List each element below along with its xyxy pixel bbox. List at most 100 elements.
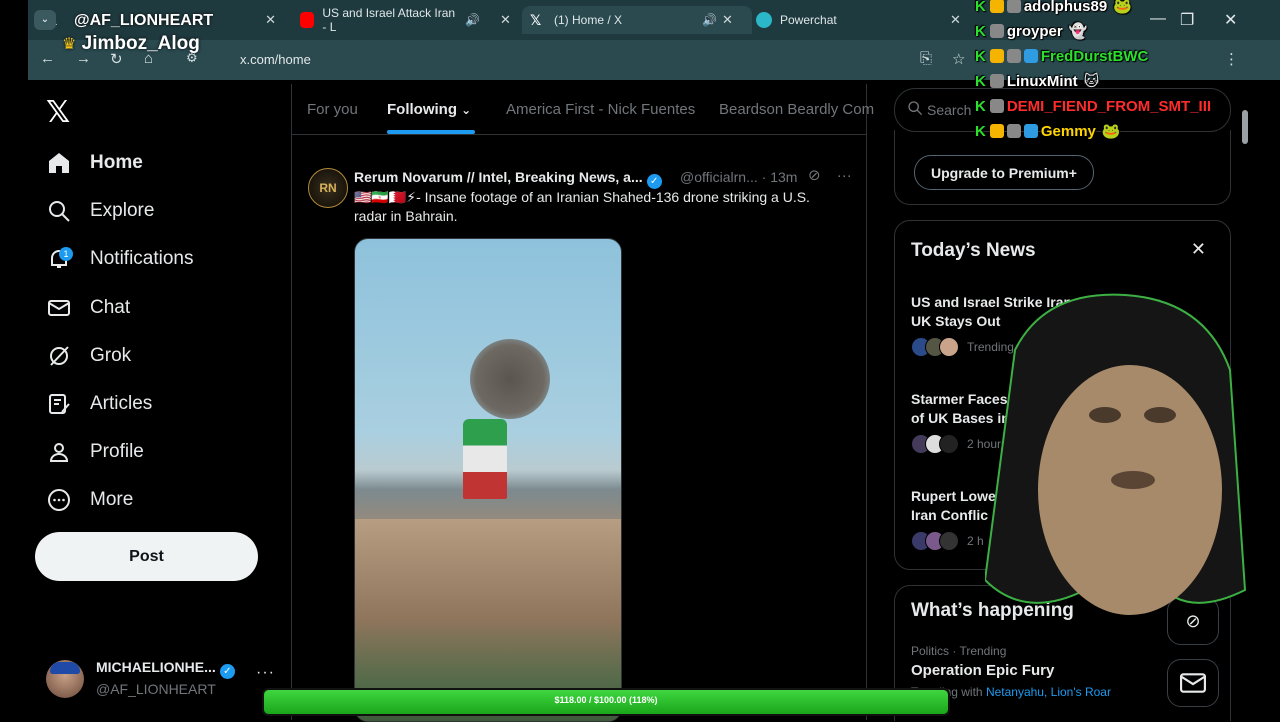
bell-icon: 1 — [46, 246, 73, 272]
pepe-emote-icon: 🐸 — [1101, 123, 1121, 140]
avatar — [46, 660, 84, 698]
tweet-author-handle[interactable]: @officialrn... · 13m — [680, 169, 797, 185]
account-name: MICHAELIONHE... ✓ — [96, 659, 235, 679]
cat-emote-icon: 🐱 — [1083, 73, 1100, 90]
donation-progress-label: $118.00 / $100.00 (118%) — [554, 695, 658, 705]
home-icon — [46, 150, 72, 176]
nav-item-profile[interactable]: Profile — [46, 432, 144, 472]
nav-item-grok[interactable]: Grok — [46, 336, 131, 376]
tweet-text: 🇺🇸🇮🇷🇧🇭⚡- Insane footage of an Iranian Sh… — [354, 189, 810, 224]
speaker-icon[interactable]: 🔊 — [465, 13, 480, 27]
trend-topic[interactable]: Operation Epic Fury — [911, 662, 1054, 679]
back-icon[interactable]: ← — [40, 50, 55, 67]
tweet-author-name[interactable]: Rerum Novarum // Intel, Breaking News, a… — [354, 169, 662, 189]
install-app-icon[interactable]: ⎘ — [920, 50, 932, 67]
nav-label: More — [90, 489, 134, 510]
badge-icon — [989, 124, 1004, 138]
more-circle-icon — [46, 487, 72, 513]
verified-icon: ✓ — [646, 174, 662, 189]
chat-line: K Gemmy 🐸 — [975, 119, 1121, 143]
speaker-icon[interactable]: 🔊 — [702, 13, 717, 27]
chat-username: groyper — [1006, 22, 1063, 40]
account-switcher[interactable]: MICHAELIONHE... ✓ @AF_LIONHEART ··· — [46, 656, 276, 700]
potato-face-overlay — [985, 293, 1247, 615]
kick-icon: K — [975, 0, 986, 15]
crown-icon: ♛ — [62, 36, 77, 53]
close-tab-icon[interactable]: ✕ — [500, 12, 511, 28]
close-icon[interactable]: ✕ — [1191, 239, 1206, 260]
nav-label: Notifications — [90, 248, 194, 269]
powerchat-favicon-icon — [756, 12, 772, 28]
bookmark-star-icon[interactable]: ☆ — [952, 50, 965, 68]
notification-badge: 1 — [59, 247, 73, 261]
trend-links[interactable]: Netanyahu, Lion's Roar — [986, 685, 1111, 699]
tab-for-you[interactable]: For you — [307, 101, 358, 118]
close-tab-icon[interactable]: ✕ — [265, 12, 276, 28]
person-icon — [46, 439, 72, 465]
tweet-video[interactable] — [354, 238, 622, 722]
chevron-down-icon: ⌄ — [461, 103, 472, 117]
youtube-favicon-icon — [300, 12, 315, 28]
close-tab-icon[interactable]: ✕ — [950, 12, 961, 28]
tweet-time[interactable]: · 13m — [762, 169, 798, 185]
nav-item-chat[interactable]: Chat — [46, 288, 130, 328]
tab-x-home[interactable]: 𝕏 (1) Home / X 🔊 — [522, 6, 752, 34]
nav-label: Profile — [90, 441, 144, 462]
x-logo-icon[interactable]: 𝕏 — [46, 95, 70, 130]
chat-username: DEMI_FIEND_FROM_SMT_III — [1006, 97, 1212, 115]
tab-youtube[interactable]: US and Israel Attack Iran - L 🔊 — [300, 6, 480, 34]
nav-item-articles[interactable]: Articles — [46, 384, 152, 424]
post-button[interactable]: Post — [35, 532, 258, 581]
tweet-author-name-text: Rerum Novarum // Intel, Breaking News, a… — [354, 169, 643, 185]
stream-chat: Kadolphus89 🐸 Kgroyper 👻 K FredDurstBWC K Li… — [975, 0, 1275, 150]
kick-icon: K — [975, 97, 986, 115]
gem-icon — [1023, 49, 1038, 63]
close-tab-icon[interactable]: ✕ — [722, 12, 733, 28]
badge-icon — [989, 49, 1004, 63]
grok-icon — [46, 343, 72, 369]
verified-icon: ✓ — [219, 664, 235, 679]
badge-icon — [1006, 124, 1021, 138]
avatar — [939, 337, 959, 357]
chat-username: LinuxMint — [1006, 72, 1078, 90]
donation-progress-bar: $118.00 / $100.00 (118%) — [262, 688, 950, 716]
nav-item-notifications[interactable]: 1 Notifications — [46, 239, 194, 279]
guest-name-text: Jimboz_Alog — [81, 33, 200, 54]
nav-item-explore[interactable]: Explore — [46, 191, 154, 231]
article-icon — [46, 391, 72, 417]
chat-line: K FredDurstBWC — [975, 44, 1148, 68]
news-meta-text: 2 h — [967, 534, 984, 548]
main-feed: For you Following ⌄ America First - Nick… — [291, 84, 874, 722]
avatar — [939, 531, 959, 551]
badge-icon — [989, 74, 1004, 88]
tab-list-beardson[interactable]: Beardson Beardly Com — [719, 101, 874, 118]
more-dots-icon[interactable]: ··· — [837, 167, 852, 184]
grok-explain-icon[interactable]: ⊘ — [808, 167, 821, 184]
video-radar-tower — [463, 419, 507, 499]
url-field[interactable]: x.com/home — [240, 52, 311, 67]
nav-item-more[interactable]: More — [46, 480, 133, 520]
kick-icon: K — [975, 122, 986, 140]
badge-icon — [1006, 49, 1021, 63]
tweet-author-avatar[interactable]: RN — [308, 168, 348, 208]
badge-icon — [989, 24, 1004, 38]
mail-icon — [46, 295, 72, 321]
nav-item-home[interactable]: Home — [46, 143, 143, 183]
tab-following[interactable]: Following ⌄ — [387, 101, 471, 118]
news-title-text: Rupert Lowe — [911, 488, 996, 504]
todays-news-title: Today’s News — [911, 240, 1036, 261]
messages-float-button[interactable] — [1167, 659, 1219, 707]
nav-label: Grok — [90, 345, 132, 366]
streamer-name: @AF_LIONHEART — [74, 12, 214, 29]
more-dots-icon[interactable]: ··· — [256, 664, 275, 682]
tab-search-icon[interactable]: ⌄ — [34, 10, 56, 30]
tab-powerchat[interactable]: Powerchat — [756, 6, 956, 34]
account-name-text: MICHAELIONHE... — [96, 659, 216, 675]
chat-line: Kgroyper 👻 — [975, 19, 1087, 43]
tab-list-america-first[interactable]: America First - Nick Fuentes — [506, 101, 695, 118]
chat-line: Kadolphus89 🐸 — [975, 0, 1132, 18]
nav-label: Explore — [90, 200, 155, 221]
guest-name: ♛ Jimboz_Alog — [62, 33, 200, 55]
upgrade-premium-button[interactable]: Upgrade to Premium+ — [914, 155, 1094, 190]
x-favicon-icon: 𝕏 — [530, 12, 542, 28]
